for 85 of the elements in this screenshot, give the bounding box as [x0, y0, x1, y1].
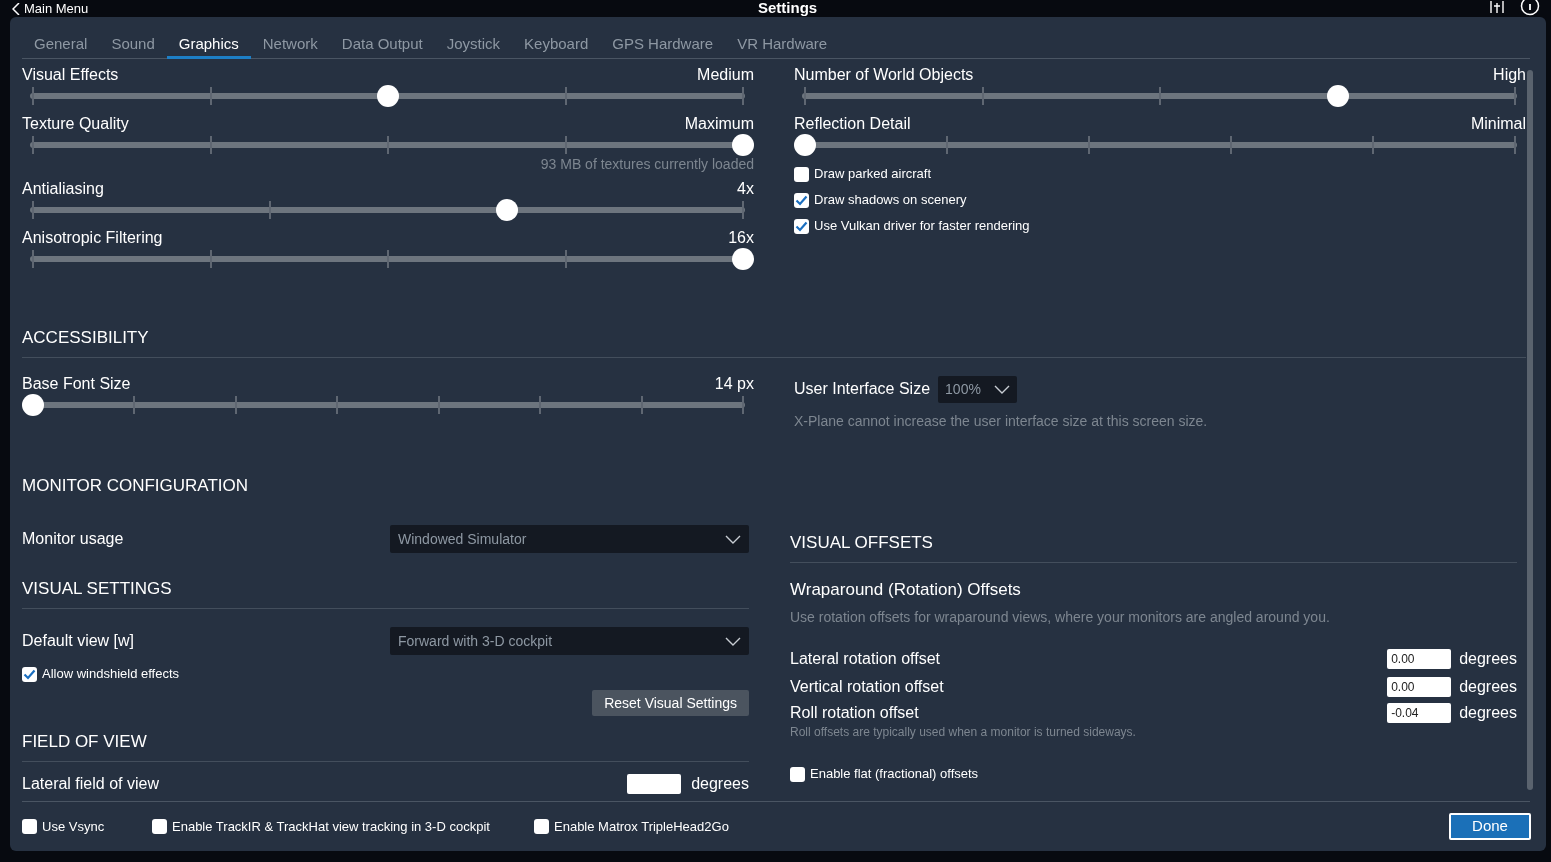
checkbox-label: Draw parked aircraft	[814, 165, 932, 184]
checkbox[interactable]	[794, 218, 809, 234]
hint-text: 93 MB of textures currently loaded	[539, 156, 754, 172]
description-text: Use rotation offsets for wraparound views, where your monitors are angled around you.	[790, 609, 1331, 625]
slider-value: Maximum	[684, 114, 754, 134]
tab[interactable]: Graphics	[166, 30, 251, 59]
checkbox-label: Use Vsync	[42, 817, 105, 836]
unit-label: degrees	[691, 774, 749, 794]
field-label: Roll rotation offset	[790, 703, 920, 723]
hint-text: X-Plane cannot increase the user interface size at this screen size.	[794, 412, 1209, 431]
checkbox-label: Allow windshield effects	[42, 665, 180, 684]
tab[interactable]: GPS Hardware	[600, 30, 726, 59]
slider-thumb[interactable]	[732, 134, 754, 156]
slider-label: Antialiasing	[22, 179, 104, 199]
slider-thumb[interactable]	[1326, 85, 1349, 107]
reset-button[interactable]: Reset Visual Settings	[592, 690, 749, 716]
field-label: User Interface Size	[794, 379, 931, 399]
slider-label: Base Font Size	[22, 374, 131, 394]
window-title: Settings	[758, 0, 818, 17]
dropdown[interactable]: 100%	[938, 375, 1018, 403]
slider-value: 16x	[728, 228, 754, 248]
checkbox[interactable]	[794, 166, 809, 182]
subheading: Wraparound (Rotation) Offsets	[790, 580, 1022, 600]
hint-text: Roll offsets are typically used when a monitor is turned sideways.	[790, 725, 1137, 739]
slider-value: 14 px	[714, 374, 754, 394]
scrollbar[interactable]	[1527, 70, 1533, 790]
tab[interactable]: Sound	[99, 30, 167, 59]
checkbox[interactable]	[22, 819, 37, 834]
slider-thumb[interactable]	[377, 85, 399, 107]
input-field[interactable]: -0.04	[1387, 703, 1452, 723]
slider-thumb[interactable]	[794, 134, 816, 156]
input-field[interactable]: 0.00	[1387, 649, 1452, 669]
caret-icon	[725, 636, 741, 646]
checkbox[interactable]	[22, 666, 37, 682]
checkbox-label: Enable Matrox TripleHead2Go	[554, 817, 729, 836]
section-heading: FIELD OF VIEW	[22, 732, 148, 752]
tab[interactable]: VR Hardware	[725, 30, 840, 59]
checkbox-label: Use Vulkan driver for faster rendering	[814, 217, 1030, 236]
unit-label: degrees	[1459, 649, 1517, 669]
slider-label: Texture Quality	[22, 114, 129, 134]
checkbox[interactable]	[794, 192, 809, 208]
caret-icon	[994, 384, 1011, 394]
slider-label: Visual Effects	[22, 65, 119, 85]
adjust-icon[interactable]	[1490, 1, 1504, 13]
info-icon[interactable]	[1520, 0, 1540, 16]
tab[interactable]: Keyboard	[512, 30, 601, 59]
slider-label: Anisotropic Filtering	[22, 228, 163, 248]
slider-label: Reflection Detail	[794, 114, 911, 134]
done-button[interactable]: Done	[1449, 813, 1531, 840]
slider-thumb[interactable]	[495, 199, 518, 221]
input-field[interactable]: 0.00	[1387, 677, 1452, 697]
tab[interactable]: Network	[250, 30, 330, 59]
checkbox-label: Enable flat (fractional) offsets	[810, 765, 979, 784]
tab[interactable]: Data Output	[329, 30, 435, 59]
field-label: Lateral rotation offset	[790, 649, 942, 669]
section-heading: VISUAL SETTINGS	[22, 579, 173, 599]
slider-value: High	[1493, 65, 1526, 85]
field-label: Monitor usage	[22, 529, 124, 549]
section-heading: VISUAL OFFSETS	[790, 533, 934, 553]
slider-label: Number of World Objects	[794, 65, 974, 85]
field-label: Lateral field of view	[22, 774, 160, 794]
checkbox-label: Draw shadows on scenery	[814, 191, 967, 210]
slider-value: Minimal	[1470, 114, 1526, 134]
checkbox[interactable]	[152, 819, 167, 834]
caret-icon	[725, 534, 741, 544]
input-field[interactable]	[627, 774, 682, 794]
section-heading: MONITOR CONFIGURATION	[22, 476, 250, 496]
dropdown[interactable]: Forward with 3-D cockpit	[390, 627, 749, 655]
checkbox-label: Enable TrackIR & TrackHat view tracking in 3-D cockpit	[172, 817, 490, 836]
checkbox[interactable]	[790, 766, 805, 782]
slider-value: 4x	[737, 179, 754, 199]
slider-thumb[interactable]	[22, 394, 44, 416]
unit-label: degrees	[1459, 703, 1517, 723]
field-label: Default view [w]	[22, 631, 135, 651]
slider-thumb[interactable]	[732, 248, 754, 270]
unit-label: degrees	[1459, 677, 1517, 697]
checkbox[interactable]	[534, 819, 549, 834]
back-chevron-icon[interactable]	[12, 2, 20, 15]
section-heading: ACCESSIBILITY	[22, 328, 150, 348]
slider-value: Medium	[697, 65, 754, 85]
dropdown[interactable]: Windowed Simulator	[390, 525, 749, 553]
field-label: Vertical rotation offset	[790, 677, 945, 697]
back-link[interactable]: Main Menu	[24, 1, 89, 16]
tab[interactable]: General	[22, 30, 100, 59]
tab[interactable]: Joystick	[434, 30, 513, 59]
